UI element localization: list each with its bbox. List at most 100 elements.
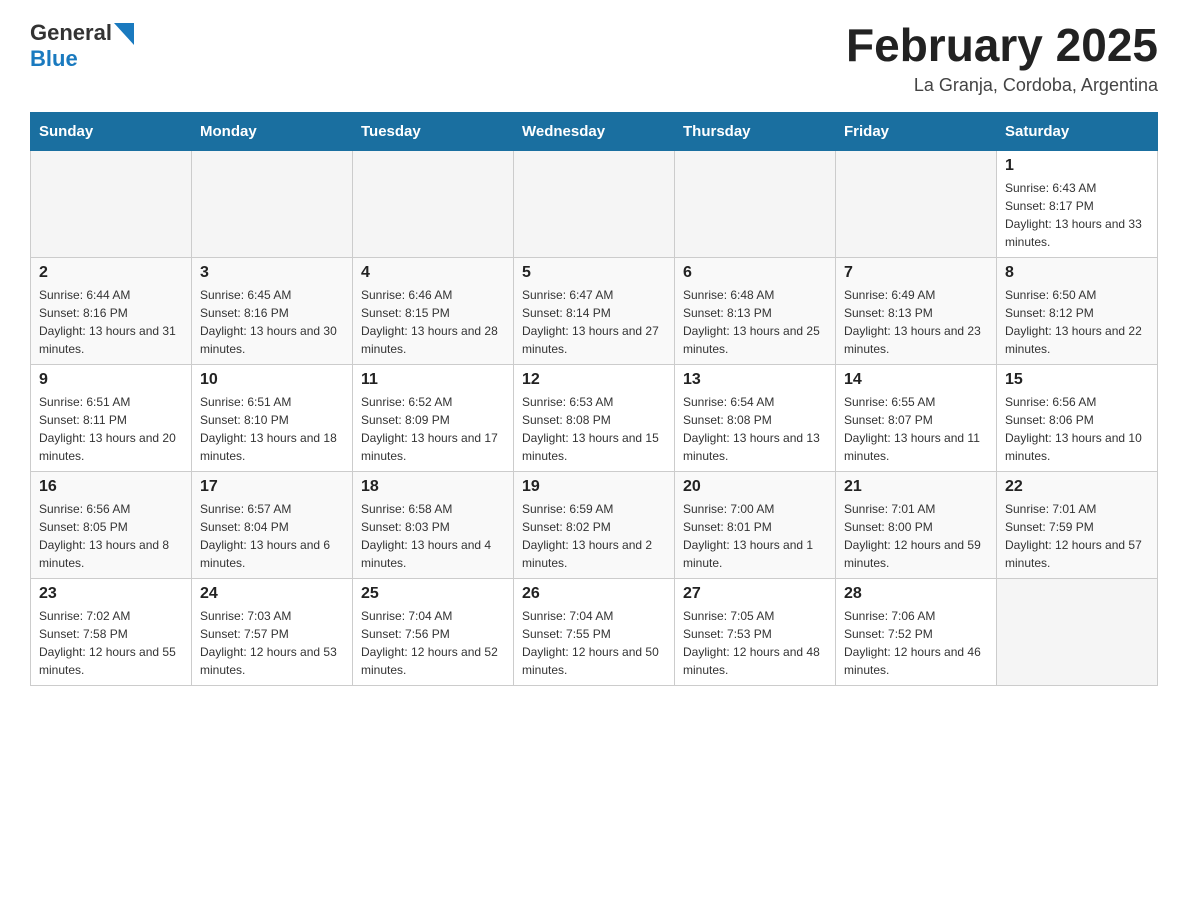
day-number: 8 bbox=[1005, 264, 1149, 282]
day-info: Sunrise: 6:50 AMSunset: 8:12 PMDaylight:… bbox=[1005, 286, 1149, 358]
col-header-thursday: Thursday bbox=[675, 112, 836, 150]
calendar-week-row: 23 Sunrise: 7:02 AMSunset: 7:58 PMDayligh… bbox=[31, 578, 1158, 685]
day-info: Sunrise: 6:56 AMSunset: 8:05 PMDaylight:… bbox=[39, 500, 183, 572]
calendar-week-row: 2 Sunrise: 6:44 AMSunset: 8:16 PMDaylight… bbox=[31, 257, 1158, 364]
logo-triangle-icon bbox=[114, 23, 134, 45]
calendar-cell bbox=[514, 150, 675, 257]
day-info: Sunrise: 6:52 AMSunset: 8:09 PMDaylight:… bbox=[361, 393, 505, 465]
calendar-cell: 15Sunrise: 6:56 AMSunset: 8:06 PMDayligh… bbox=[997, 364, 1158, 471]
day-number: 22 bbox=[1005, 478, 1149, 496]
day-number: 3 bbox=[200, 264, 344, 282]
day-number: 16 bbox=[39, 478, 183, 496]
day-info: Sunrise: 6:51 AMSunset: 8:11 PMDaylight:… bbox=[39, 393, 183, 465]
day-info: Sunrise: 7:06 AMSunset: 7:52 PMDaylight:… bbox=[844, 607, 988, 679]
calendar-cell: 1 Sunrise: 6:43 AMSunset: 8:17 PMDaylight… bbox=[997, 150, 1158, 257]
day-number: 26 bbox=[522, 585, 666, 603]
calendar-cell: 9Sunrise: 6:51 AMSunset: 8:11 PMDaylight… bbox=[31, 364, 192, 471]
day-number: 11 bbox=[361, 371, 505, 389]
calendar-cell: 23 Sunrise: 7:02 AMSunset: 7:58 PMDayligh… bbox=[31, 578, 192, 685]
day-number: 4 bbox=[361, 264, 505, 282]
calendar-header-row: SundayMondayTuesdayWednesdayThursdayFrid… bbox=[31, 112, 1158, 150]
day-info: Sunrise: 6:56 AMSunset: 8:06 PMDaylight:… bbox=[1005, 393, 1149, 465]
day-info: Sunrise: 7:02 AMSunset: 7:58 PMDaylight:… bbox=[39, 607, 183, 679]
day-number: 2 bbox=[39, 264, 183, 282]
calendar-cell: 21 Sunrise: 7:01 AMSunset: 8:00 PMDayligh… bbox=[836, 471, 997, 578]
day-info: Sunrise: 6:47 AMSunset: 8:14 PMDaylight:… bbox=[522, 286, 666, 358]
month-title: February 2025 bbox=[846, 20, 1158, 71]
logo: General Blue bbox=[30, 20, 134, 72]
day-info: Sunrise: 7:00 AMSunset: 8:01 PMDaylight:… bbox=[683, 500, 827, 572]
day-info: Sunrise: 6:43 AMSunset: 8:17 PMDaylight:… bbox=[1005, 179, 1149, 251]
day-number: 24 bbox=[200, 585, 344, 603]
calendar-cell: 18Sunrise: 6:58 AMSunset: 8:03 PMDayligh… bbox=[353, 471, 514, 578]
logo-blue-text: Blue bbox=[30, 46, 78, 71]
calendar-cell: 16 Sunrise: 6:56 AMSunset: 8:05 PMDayligh… bbox=[31, 471, 192, 578]
day-number: 23 bbox=[39, 585, 183, 603]
col-header-sunday: Sunday bbox=[31, 112, 192, 150]
calendar-cell: 25 Sunrise: 7:04 AMSunset: 7:56 PMDayligh… bbox=[353, 578, 514, 685]
calendar-week-row: 9Sunrise: 6:51 AMSunset: 8:11 PMDaylight… bbox=[31, 364, 1158, 471]
calendar-week-row: 1 Sunrise: 6:43 AMSunset: 8:17 PMDaylight… bbox=[31, 150, 1158, 257]
calendar-cell: 17 Sunrise: 6:57 AMSunset: 8:04 PMDayligh… bbox=[192, 471, 353, 578]
day-info: Sunrise: 7:03 AMSunset: 7:57 PMDaylight:… bbox=[200, 607, 344, 679]
calendar-cell: 26 Sunrise: 7:04 AMSunset: 7:55 PMDayligh… bbox=[514, 578, 675, 685]
day-info: Sunrise: 6:53 AMSunset: 8:08 PMDaylight:… bbox=[522, 393, 666, 465]
calendar-cell: 12 Sunrise: 6:53 AMSunset: 8:08 PMDayligh… bbox=[514, 364, 675, 471]
day-number: 13 bbox=[683, 371, 827, 389]
calendar-cell: 14 Sunrise: 6:55 AMSunset: 8:07 PMDayligh… bbox=[836, 364, 997, 471]
day-number: 1 bbox=[1005, 157, 1149, 175]
day-info: Sunrise: 6:57 AMSunset: 8:04 PMDaylight:… bbox=[200, 500, 344, 572]
calendar-cell: 28 Sunrise: 7:06 AMSunset: 7:52 PMDayligh… bbox=[836, 578, 997, 685]
calendar-cell bbox=[192, 150, 353, 257]
day-number: 20 bbox=[683, 478, 827, 496]
day-info: Sunrise: 6:55 AMSunset: 8:07 PMDaylight:… bbox=[844, 393, 988, 465]
day-info: Sunrise: 6:58 AMSunset: 8:03 PMDaylight:… bbox=[361, 500, 505, 572]
day-info: Sunrise: 7:04 AMSunset: 7:55 PMDaylight:… bbox=[522, 607, 666, 679]
col-header-saturday: Saturday bbox=[997, 112, 1158, 150]
calendar-cell: 6 Sunrise: 6:48 AMSunset: 8:13 PMDaylight… bbox=[675, 257, 836, 364]
day-info: Sunrise: 7:04 AMSunset: 7:56 PMDaylight:… bbox=[361, 607, 505, 679]
day-number: 25 bbox=[361, 585, 505, 603]
calendar-cell bbox=[31, 150, 192, 257]
day-number: 12 bbox=[522, 371, 666, 389]
calendar-cell: 8 Sunrise: 6:50 AMSunset: 8:12 PMDaylight… bbox=[997, 257, 1158, 364]
calendar-cell: 10 Sunrise: 6:51 AMSunset: 8:10 PMDayligh… bbox=[192, 364, 353, 471]
calendar-cell bbox=[836, 150, 997, 257]
day-info: Sunrise: 6:51 AMSunset: 8:10 PMDaylight:… bbox=[200, 393, 344, 465]
calendar-cell: 11 Sunrise: 6:52 AMSunset: 8:09 PMDayligh… bbox=[353, 364, 514, 471]
calendar-cell: 20 Sunrise: 7:00 AMSunset: 8:01 PMDayligh… bbox=[675, 471, 836, 578]
day-info: Sunrise: 6:48 AMSunset: 8:13 PMDaylight:… bbox=[683, 286, 827, 358]
day-number: 17 bbox=[200, 478, 344, 496]
day-info: Sunrise: 7:05 AMSunset: 7:53 PMDaylight:… bbox=[683, 607, 827, 679]
calendar-cell: 13 Sunrise: 6:54 AMSunset: 8:08 PMDayligh… bbox=[675, 364, 836, 471]
page-header: General Blue February 2025 La Granja, Co… bbox=[30, 20, 1158, 96]
day-info: Sunrise: 7:01 AMSunset: 8:00 PMDaylight:… bbox=[844, 500, 988, 572]
calendar-cell: 3 Sunrise: 6:45 AMSunset: 8:16 PMDaylight… bbox=[192, 257, 353, 364]
day-info: Sunrise: 7:01 AMSunset: 7:59 PMDaylight:… bbox=[1005, 500, 1149, 572]
day-info: Sunrise: 6:54 AMSunset: 8:08 PMDaylight:… bbox=[683, 393, 827, 465]
calendar-cell: 24 Sunrise: 7:03 AMSunset: 7:57 PMDayligh… bbox=[192, 578, 353, 685]
calendar-cell: 4 Sunrise: 6:46 AMSunset: 8:15 PMDaylight… bbox=[353, 257, 514, 364]
logo-general-text: General bbox=[30, 20, 112, 46]
day-number: 21 bbox=[844, 478, 988, 496]
day-number: 6 bbox=[683, 264, 827, 282]
day-number: 5 bbox=[522, 264, 666, 282]
calendar-cell: 2 Sunrise: 6:44 AMSunset: 8:16 PMDaylight… bbox=[31, 257, 192, 364]
calendar-cell: 7Sunrise: 6:49 AMSunset: 8:13 PMDaylight… bbox=[836, 257, 997, 364]
calendar-cell: 5 Sunrise: 6:47 AMSunset: 8:14 PMDaylight… bbox=[514, 257, 675, 364]
calendar-cell: 22 Sunrise: 7:01 AMSunset: 7:59 PMDayligh… bbox=[997, 471, 1158, 578]
calendar-week-row: 16 Sunrise: 6:56 AMSunset: 8:05 PMDayligh… bbox=[31, 471, 1158, 578]
day-number: 19 bbox=[522, 478, 666, 496]
calendar-cell bbox=[353, 150, 514, 257]
day-info: Sunrise: 6:44 AMSunset: 8:16 PMDaylight:… bbox=[39, 286, 183, 358]
day-number: 14 bbox=[844, 371, 988, 389]
day-number: 27 bbox=[683, 585, 827, 603]
day-info: Sunrise: 6:59 AMSunset: 8:02 PMDaylight:… bbox=[522, 500, 666, 572]
day-number: 10 bbox=[200, 371, 344, 389]
calendar-table: SundayMondayTuesdayWednesdayThursdayFrid… bbox=[30, 112, 1158, 686]
day-info: Sunrise: 6:45 AMSunset: 8:16 PMDaylight:… bbox=[200, 286, 344, 358]
day-number: 28 bbox=[844, 585, 988, 603]
calendar-cell bbox=[675, 150, 836, 257]
day-info: Sunrise: 6:46 AMSunset: 8:15 PMDaylight:… bbox=[361, 286, 505, 358]
col-header-monday: Monday bbox=[192, 112, 353, 150]
